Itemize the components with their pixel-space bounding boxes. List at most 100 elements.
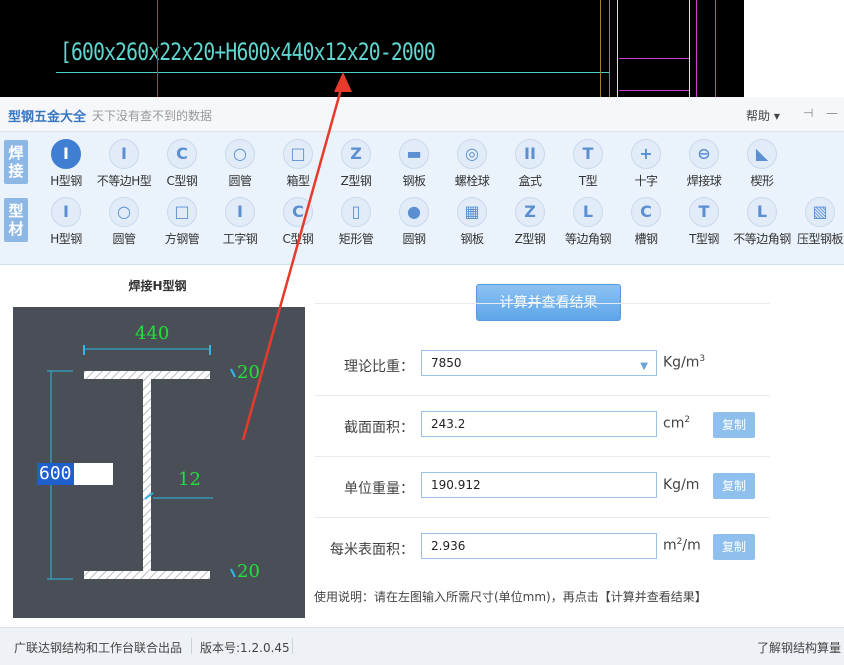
tool-label: H型钢: [50, 232, 82, 246]
shape-toolbar: 焊接 型材 I H型钢 I 不等边H型 C C型钢 ○ 圆管 □ 箱型 Z Z型钢 ▬ 钢板 ◎ 螺栓球 II 盒…: [0, 132, 844, 265]
tool-label: 钢板: [460, 232, 484, 246]
app-window: 型钢五金大全 天下没有查不到的数据 帮助 ▾ ⊣ — 焊接 型材 I H型钢 I 不等…: [0, 97, 844, 665]
shape-icon: ○: [225, 139, 255, 169]
tool-label: C型钢: [282, 232, 314, 246]
shape-icon: □: [283, 139, 313, 169]
weight-field[interactable]: 190.912: [421, 472, 657, 498]
tool-label: 箱型: [286, 174, 310, 188]
tool-row2-2[interactable]: □ 方钢管: [149, 194, 215, 250]
weight-value: 190.912: [431, 478, 481, 492]
tool-row2-11[interactable]: T T型钢: [671, 194, 737, 250]
cad-line: [617, 0, 618, 97]
area-field[interactable]: 243.2: [421, 411, 657, 437]
copy-area-button[interactable]: 复制: [713, 412, 755, 438]
tool-row1-11[interactable]: ⊖ 焊接球: [671, 136, 737, 192]
cad-blank-area: [744, 0, 844, 97]
tool-row2-12[interactable]: L 不等边角钢: [729, 194, 795, 250]
cad-viewport: [600x260x22x20+H600x440x12x20-2000: [0, 0, 744, 97]
shape-icon: ○: [109, 197, 139, 227]
shape-icon: +: [631, 139, 661, 169]
tool-row1-9[interactable]: T T型: [555, 136, 621, 192]
cad-line: [715, 0, 716, 97]
tool-row2-3[interactable]: I 工字钢: [207, 194, 273, 250]
tool-row1-6[interactable]: ▬ 钢板: [381, 136, 447, 192]
surface-field[interactable]: 2.936: [421, 533, 657, 559]
tool-label: 不等边角钢: [733, 232, 791, 246]
tool-row2-9[interactable]: L 等边角钢: [555, 194, 621, 250]
area-value: 243.2: [431, 417, 466, 431]
tool-label: 工字钢: [222, 232, 258, 246]
weight-label: 单位重量：: [344, 481, 414, 497]
help-menu[interactable]: 帮助 ▾: [746, 107, 780, 124]
shape-icon: T: [573, 139, 603, 169]
learn-more-link[interactable]: 了解钢结构算量: [757, 639, 841, 656]
shape-icon: L: [573, 197, 603, 227]
bottom-flange-dim-value[interactable]: 20: [237, 561, 260, 582]
divider: [315, 395, 770, 396]
shape-icon: C: [631, 197, 661, 227]
tool-row2-13[interactable]: ▧ 压型钢板: [787, 194, 844, 250]
tool-row1-10[interactable]: + 十字: [613, 136, 679, 192]
copy-surface-button[interactable]: 复制: [713, 534, 755, 560]
minimize-icon[interactable]: —: [826, 106, 838, 120]
bottom-flange: [84, 571, 210, 579]
tool-row2-5[interactable]: ▯ 矩形管: [323, 194, 389, 250]
tool-row2-10[interactable]: C 槽钢: [613, 194, 679, 250]
status-bar: 广联达钢结构和工作台联合出品 版本号:1.2.0.45 了解钢结构算量: [0, 627, 844, 665]
tool-label: T型: [578, 174, 598, 188]
tool-row1-8[interactable]: II 盒式: [497, 136, 563, 192]
tool-label: 槽钢: [634, 232, 658, 246]
copy-weight-button[interactable]: 复制: [713, 473, 755, 499]
shape-icon: C: [283, 197, 313, 227]
tool-label: 盒式: [518, 174, 542, 188]
height-value: 600: [37, 463, 74, 485]
tool-label: 十字: [634, 174, 658, 188]
tool-row1-7[interactable]: ◎ 螺栓球: [439, 136, 505, 192]
tool-row1-2[interactable]: C C型钢: [149, 136, 215, 192]
cad-line: [600, 0, 601, 97]
chevron-down-icon[interactable]: ▼: [640, 355, 648, 379]
top-flange: [84, 371, 210, 379]
tool-label: 矩形管: [338, 232, 374, 246]
tool-row1-3[interactable]: ○ 圆管: [207, 136, 273, 192]
top-flange-dim-value[interactable]: 20: [237, 362, 260, 383]
divider: [191, 638, 192, 654]
status-org: 广联达钢结构和工作台联合出品: [14, 641, 183, 655]
web-dim-value[interactable]: 12: [178, 469, 201, 490]
density-unit: Kg/m3: [663, 354, 706, 371]
status-version: 版本号:1.2.0.45: [200, 641, 290, 655]
app-title: 型钢五金大全: [8, 110, 87, 125]
weight-unit: Kg/m: [663, 477, 700, 493]
title-bar: 型钢五金大全 天下没有查不到的数据 帮助 ▾ ⊣ —: [0, 97, 844, 132]
tool-row1-12[interactable]: ◣ 楔形: [729, 136, 795, 192]
cad-line: [619, 58, 689, 59]
divider: [315, 303, 770, 304]
tool-label: 圆管: [228, 174, 252, 188]
pin-icon[interactable]: ⊣: [803, 106, 813, 120]
dim-tick: [230, 568, 236, 578]
shape-icon: II: [515, 139, 545, 169]
tool-row2-1[interactable]: ○ 圆管: [91, 194, 157, 250]
tool-row2-7[interactable]: ▦ 钢板: [439, 194, 505, 250]
tool-row2-0[interactable]: I H型钢: [33, 194, 99, 250]
tool-row1-0[interactable]: I H型钢: [33, 136, 99, 192]
tool-label: 压型钢板: [796, 232, 844, 246]
shape-icon: C: [167, 139, 197, 169]
divider: [292, 638, 293, 654]
tool-row2-4[interactable]: C C型钢: [265, 194, 331, 250]
density-value: 7850: [431, 356, 462, 370]
app-subtitle: 天下没有查不到的数据: [92, 109, 213, 123]
tool-row1-4[interactable]: □ 箱型: [265, 136, 331, 192]
density-select[interactable]: 7850 ▼: [421, 350, 657, 376]
tool-label: 螺栓球: [454, 174, 490, 188]
surface-value: 2.936: [431, 539, 466, 553]
tool-label: H型钢: [50, 174, 82, 188]
tool-row1-5[interactable]: Z Z型钢: [323, 136, 389, 192]
shape-icon: Z: [341, 139, 371, 169]
width-dim-value[interactable]: 440: [135, 323, 169, 344]
height-input[interactable]: 600: [37, 463, 113, 485]
tool-row2-6[interactable]: ● 圆钢: [381, 194, 447, 250]
tool-row1-1[interactable]: I 不等边H型: [91, 136, 157, 192]
tool-row2-8[interactable]: Z Z型钢: [497, 194, 563, 250]
cad-line: [609, 0, 610, 97]
